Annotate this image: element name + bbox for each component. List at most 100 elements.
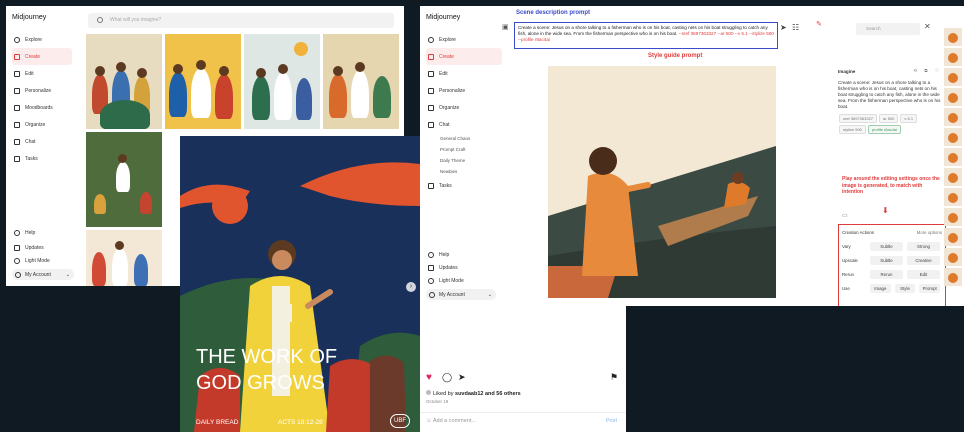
liked-user[interactable]: suvdaab12 bbox=[455, 391, 483, 397]
param-tag[interactable]: profile r8ac4ai bbox=[867, 125, 902, 134]
thumbnail[interactable] bbox=[944, 148, 962, 166]
nav-moodboards[interactable]: Moodboards bbox=[12, 99, 72, 116]
updates-link[interactable]: Updates bbox=[12, 241, 74, 254]
nav-create[interactable]: Create bbox=[12, 48, 72, 65]
nav-tasks[interactable]: Tasks bbox=[426, 177, 502, 194]
prompt-input[interactable]: Create a scene: Jesus on a shore talking… bbox=[514, 22, 778, 49]
comment-placeholder: Add a comment... bbox=[432, 418, 476, 424]
upscale-subtle-button[interactable]: Subtle bbox=[870, 255, 903, 265]
nav-explore[interactable]: Explore bbox=[12, 31, 72, 48]
gallery-image[interactable] bbox=[86, 34, 162, 129]
upscale-creative-button[interactable]: Creative bbox=[907, 255, 940, 265]
nav-chat[interactable]: Chat bbox=[426, 116, 502, 133]
thumbnail[interactable] bbox=[944, 108, 962, 126]
chat-room[interactable]: General Chaos bbox=[426, 133, 502, 144]
imagine-bar[interactable]: What will you imagine? bbox=[88, 13, 394, 28]
gallery-image[interactable] bbox=[244, 34, 320, 129]
nav-edit[interactable]: Edit bbox=[426, 65, 502, 82]
folder-icon[interactable]: ▭ bbox=[842, 212, 848, 219]
nav-label: Create bbox=[439, 53, 455, 60]
thumbnail[interactable] bbox=[944, 68, 962, 86]
nav-personalize[interactable]: Personalize bbox=[12, 82, 72, 99]
liked-others[interactable]: and 56 others bbox=[483, 391, 521, 397]
close-icon[interactable]: ✕ bbox=[924, 22, 931, 31]
scripture-reference: ACTS 18:12-28 bbox=[278, 419, 323, 426]
rerun-button[interactable]: Rerun bbox=[870, 269, 903, 279]
chat-room[interactable]: Daily Theme bbox=[426, 155, 502, 166]
likes-line: Liked by suvdaab12 and 56 others bbox=[426, 390, 521, 397]
thumbnail[interactable] bbox=[944, 168, 962, 186]
image-icon[interactable]: ▣ bbox=[502, 23, 509, 31]
gallery-image[interactable] bbox=[323, 34, 399, 129]
thumbnail[interactable] bbox=[944, 188, 962, 206]
board-icon bbox=[14, 104, 20, 111]
vary-subtle-button[interactable]: Subtle bbox=[870, 241, 903, 251]
account-menu[interactable]: My Account ⌄ bbox=[426, 289, 496, 300]
nav-label: Organize bbox=[25, 121, 46, 128]
thumbnail[interactable] bbox=[944, 88, 962, 106]
comment-icon[interactable]: ◯ bbox=[442, 372, 452, 383]
gallery-image[interactable] bbox=[86, 132, 162, 227]
generated-image[interactable] bbox=[548, 66, 776, 298]
imagine-row: Imagine ⟲ ⧉ ♡ bbox=[838, 66, 942, 76]
gallery-image[interactable] bbox=[86, 230, 162, 286]
settings-sliders-icon[interactable]: ☷ bbox=[792, 23, 799, 32]
daily-bread-cover[interactable]: THE WORK OF GOD GROWS DAILY BREAD ACTS 18… bbox=[180, 136, 420, 432]
thumbnail[interactable] bbox=[944, 228, 962, 246]
param-tag[interactable]: ar 500 bbox=[879, 114, 899, 123]
chevron-down-icon: ⌄ bbox=[487, 291, 492, 298]
next-arrow-icon[interactable]: › bbox=[406, 282, 416, 292]
nav-label: Tasks bbox=[25, 155, 38, 162]
image-icon bbox=[97, 17, 103, 23]
help-link[interactable]: Help bbox=[12, 224, 74, 241]
light-mode-toggle[interactable]: Light Mode bbox=[426, 274, 496, 287]
gallery-image[interactable] bbox=[165, 34, 241, 129]
bookmark-icon[interactable]: ⚑ bbox=[610, 372, 618, 383]
nav-personalize[interactable]: Personalize bbox=[426, 82, 502, 99]
param-tag[interactable]: sref 3697363327 bbox=[839, 114, 878, 123]
chat-room[interactable]: Prompt Craft bbox=[426, 144, 502, 155]
thumbnail[interactable] bbox=[944, 248, 962, 266]
sidebar-bottom: Help Updates Light Mode My Account ⌄ bbox=[426, 248, 496, 300]
thumbnail[interactable] bbox=[944, 28, 962, 46]
nav-organize[interactable]: Organize bbox=[426, 99, 502, 116]
more-options-link[interactable]: More options bbox=[917, 230, 942, 235]
nav-explore[interactable]: Explore bbox=[426, 31, 502, 48]
send-icon[interactable]: ➤ bbox=[780, 23, 787, 32]
thumbnail[interactable] bbox=[944, 208, 962, 226]
use-style-button[interactable]: Style bbox=[894, 283, 916, 293]
param-tag[interactable]: stylize 500 bbox=[839, 125, 866, 134]
nav-label: Explore bbox=[439, 36, 456, 43]
updates-link[interactable]: Updates bbox=[426, 261, 496, 274]
use-prompt-button[interactable]: Prompt bbox=[919, 283, 941, 293]
nav-label: Updates bbox=[439, 264, 458, 271]
nav-chat[interactable]: Chat bbox=[12, 133, 72, 150]
midjourney-create-window: Midjourney Explore Create Edit Personali… bbox=[420, 6, 964, 306]
post-button[interactable]: Post bbox=[606, 418, 617, 424]
search-placeholder: Search bbox=[866, 26, 881, 31]
nav-organize[interactable]: Organize bbox=[12, 116, 72, 133]
thumbnail[interactable] bbox=[944, 268, 962, 286]
help-link[interactable]: Help bbox=[426, 248, 496, 261]
chat-room[interactable]: Newbies bbox=[426, 166, 502, 177]
thumbnail[interactable] bbox=[944, 128, 962, 146]
search-input[interactable]: Search bbox=[856, 23, 920, 35]
emoji-icon[interactable]: ☺ bbox=[426, 418, 432, 424]
vary-strong-button[interactable]: Strong bbox=[907, 241, 940, 251]
nav-label: My Account bbox=[25, 271, 51, 278]
nav-tasks[interactable]: Tasks bbox=[12, 150, 72, 167]
param-tag[interactable]: v 6.1 bbox=[900, 114, 918, 123]
nav-edit[interactable]: Edit bbox=[12, 65, 72, 82]
edit-button[interactable]: Edit bbox=[907, 269, 940, 279]
action-icons[interactable]: ⟲ ⧉ ♡ bbox=[913, 68, 942, 74]
account-menu[interactable]: My Account ⌄ bbox=[12, 269, 74, 280]
light-mode-toggle[interactable]: Light Mode bbox=[12, 254, 74, 267]
use-image-button[interactable]: Image bbox=[870, 283, 891, 293]
brush-icon[interactable]: ✎ bbox=[816, 20, 822, 28]
brush-icon bbox=[428, 53, 434, 60]
heart-icon[interactable]: ♥ bbox=[426, 372, 432, 383]
thumbnail[interactable] bbox=[944, 48, 962, 66]
share-icon[interactable]: ➤ bbox=[458, 372, 466, 383]
nav-create[interactable]: Create bbox=[426, 48, 502, 65]
comment-input[interactable]: ☺ Add a comment... bbox=[426, 418, 476, 424]
